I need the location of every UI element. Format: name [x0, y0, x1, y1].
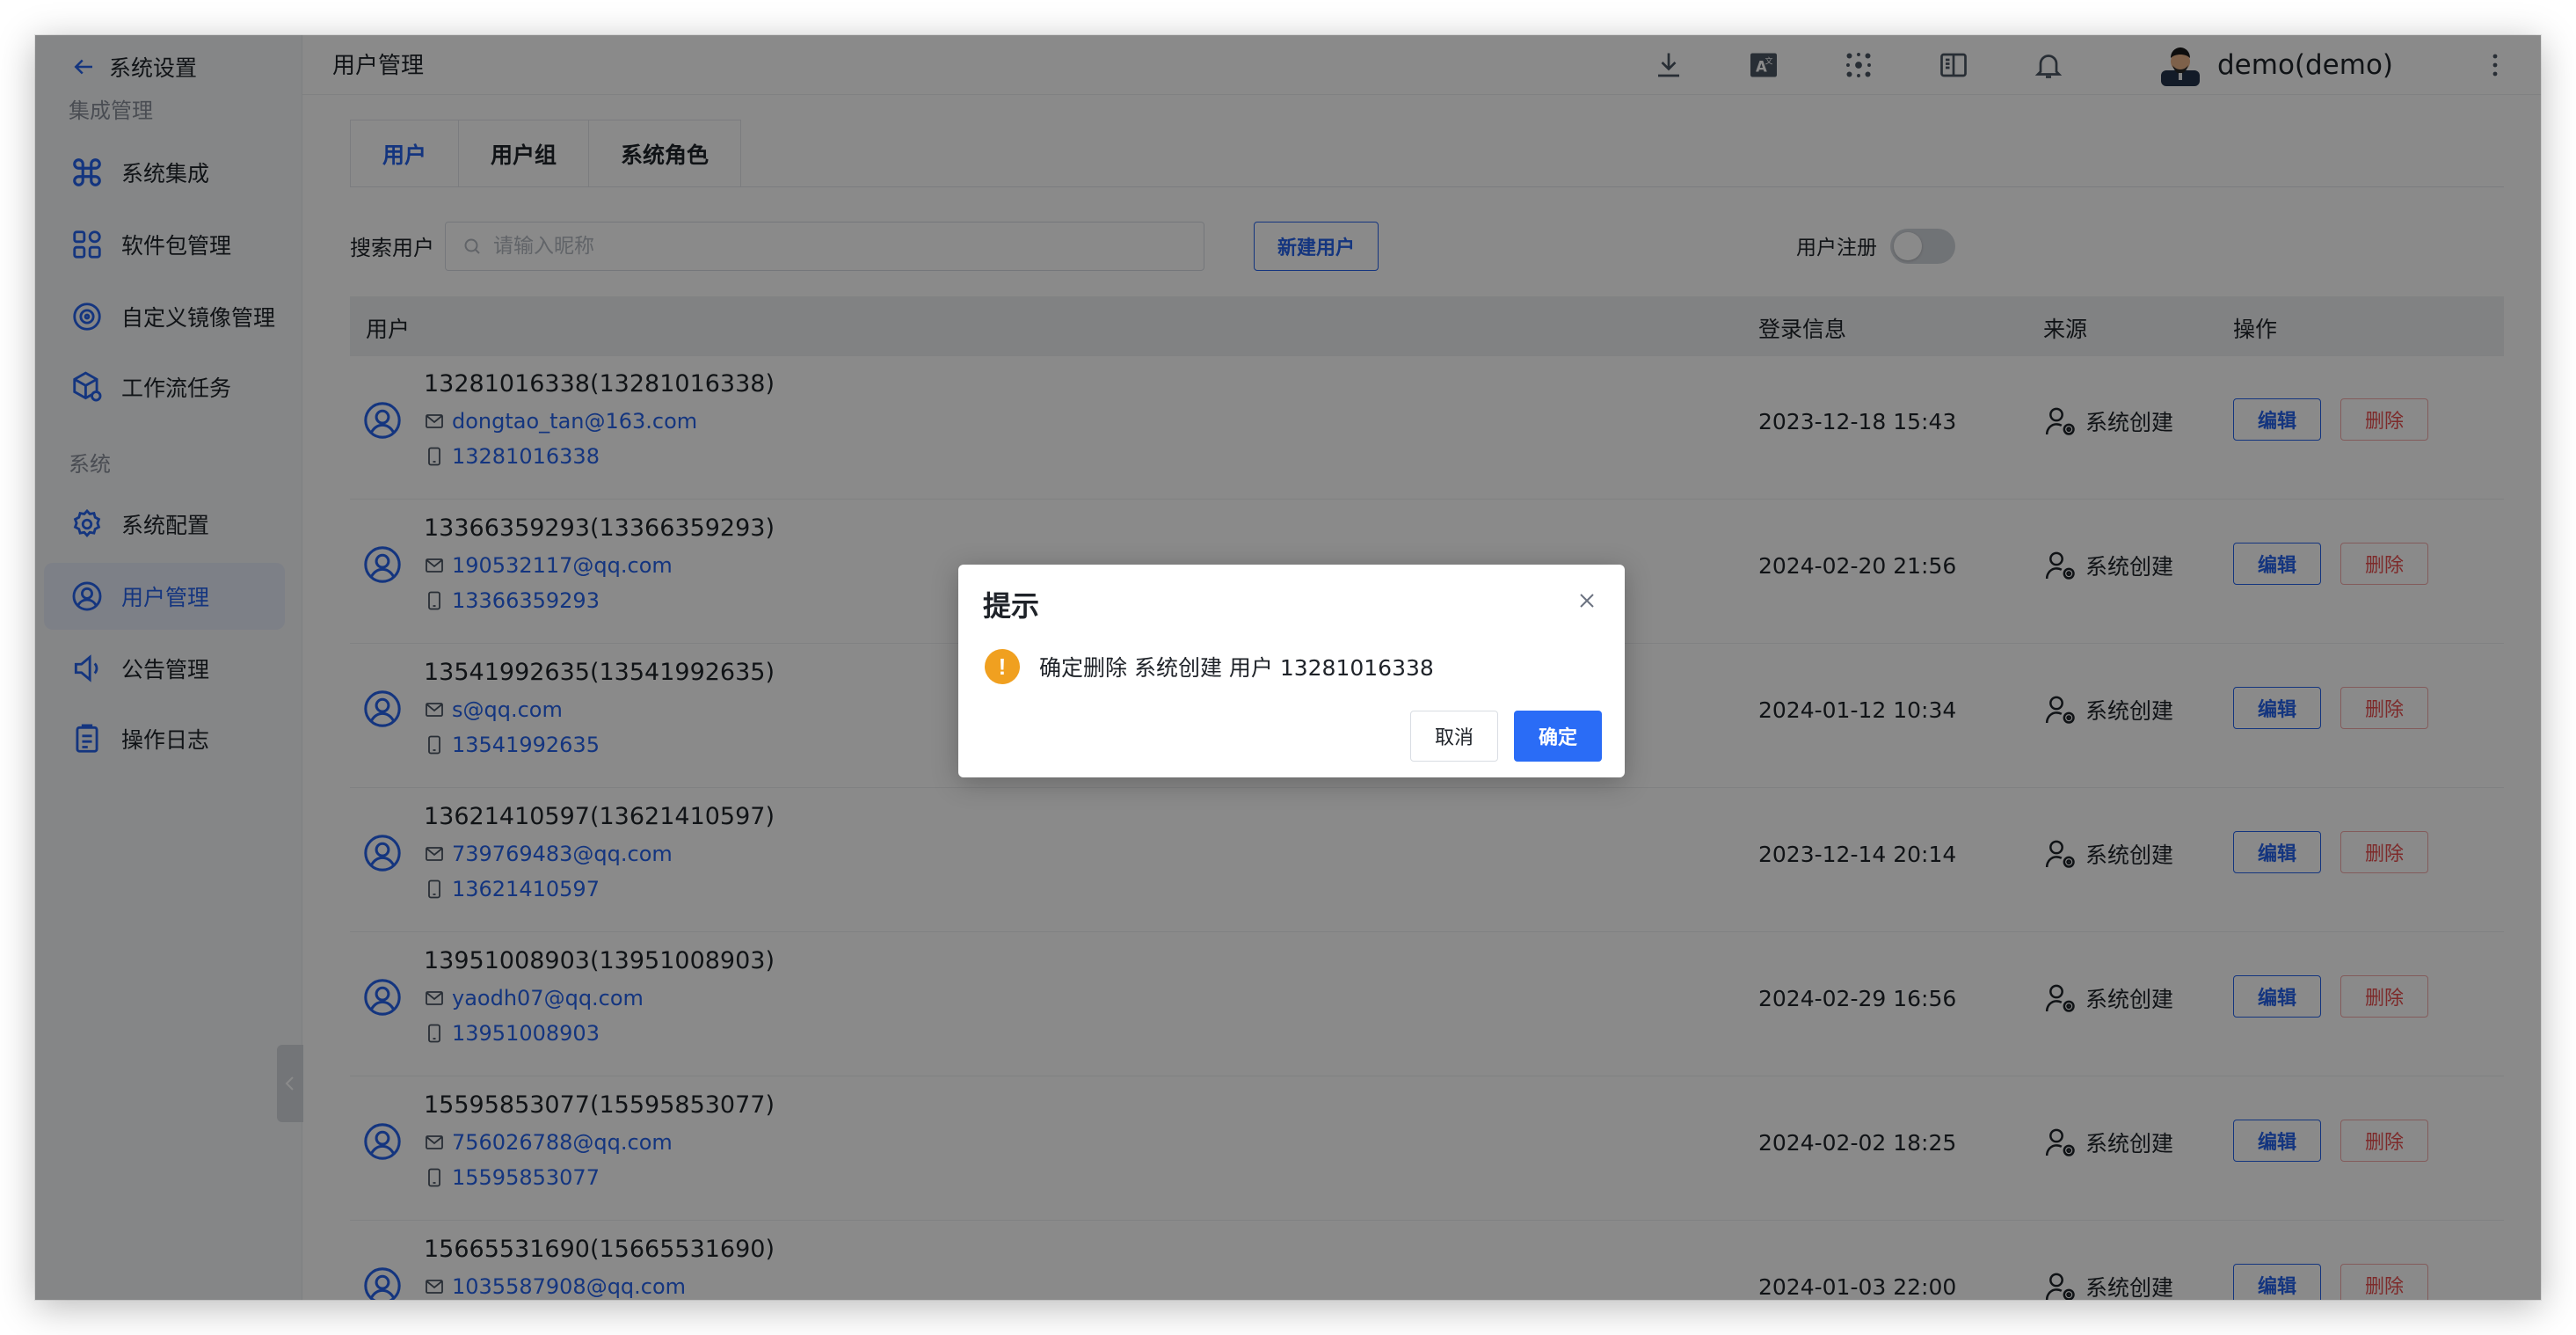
dialog-ok-button[interactable]: 确定 [1514, 711, 1602, 762]
dialog-message: 确定删除 系统创建 用户 13281016338 [1039, 655, 1434, 681]
app-window: 系统设置 集成管理 系统集成 软件包管理 自定义镜像管理 工作流任务 系统 系统… [35, 35, 2541, 1300]
dialog-title: 提示 [983, 589, 1040, 623]
confirm-dialog: 提示 ! 确定删除 系统创建 用户 13281016338 取消 确定 [958, 565, 1625, 777]
dialog-body: ! 确定删除 系统创建 用户 13281016338 [985, 649, 1434, 684]
close-icon [1580, 594, 1594, 608]
dialog-cancel-button[interactable]: 取消 [1410, 711, 1498, 762]
dialog-close-button[interactable] [1574, 587, 1600, 614]
warning-icon: ! [985, 649, 1020, 684]
